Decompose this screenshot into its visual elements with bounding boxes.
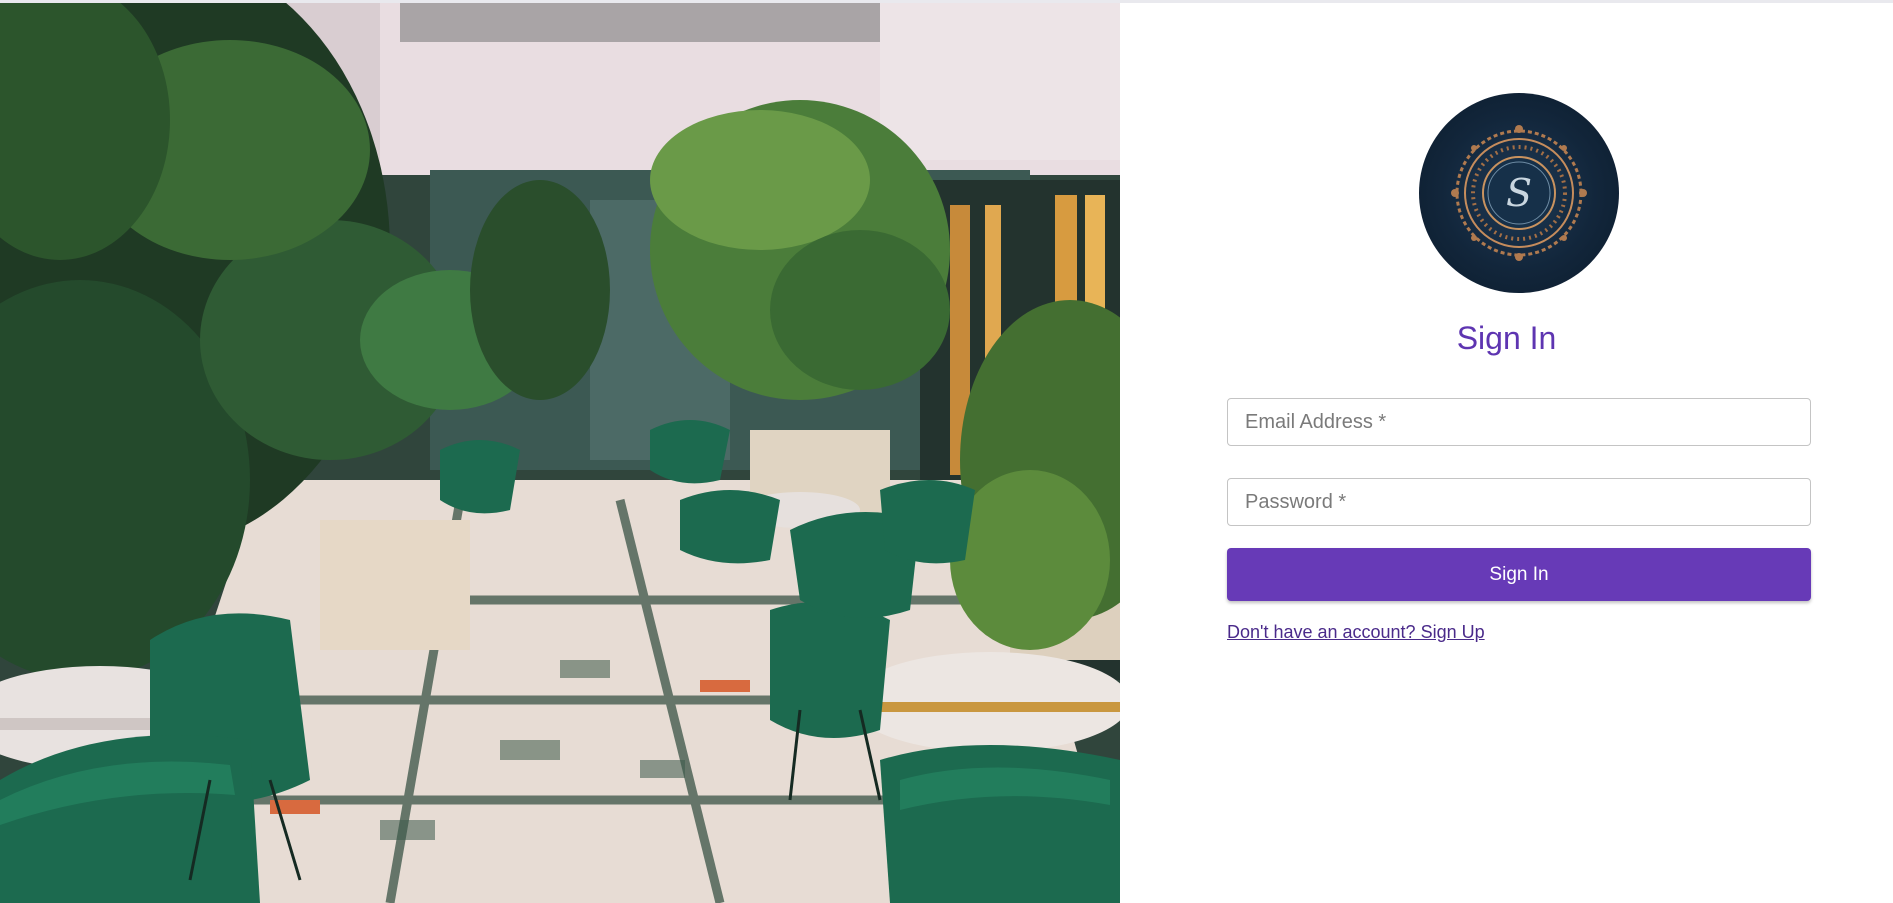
- page-title: Sign In: [1456, 320, 1557, 356]
- sign-in-page: S Sign In Sign In Don't have an account?…: [0, 0, 1893, 903]
- sign-in-panel: S Sign In Sign In Don't have an account?…: [1120, 0, 1893, 903]
- svg-text:S: S: [1506, 171, 1532, 215]
- sign-in-button[interactable]: Sign In: [1227, 548, 1811, 601]
- email-input[interactable]: [1228, 399, 1810, 445]
- ornate-monogram-icon: S: [1451, 125, 1587, 261]
- logo-avatar: S: [1419, 93, 1619, 293]
- hero-image: [0, 0, 1120, 903]
- sign-up-link[interactable]: Don't have an account? Sign Up: [1227, 622, 1485, 643]
- email-field[interactable]: [1227, 398, 1811, 446]
- password-field[interactable]: [1227, 478, 1811, 526]
- top-border: [0, 0, 1893, 3]
- password-input[interactable]: [1228, 479, 1810, 525]
